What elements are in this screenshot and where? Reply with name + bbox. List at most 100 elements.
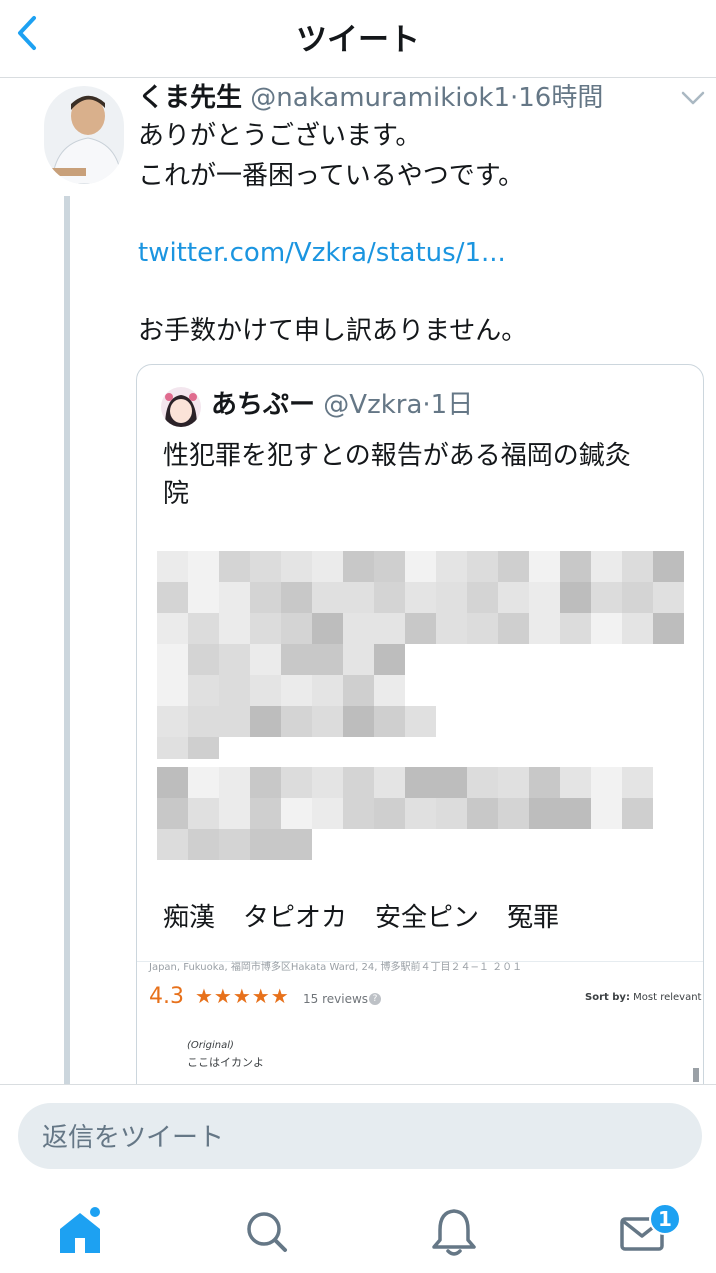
author-handle[interactable]: @nakamuramikiok1 xyxy=(250,83,510,113)
mosaic-tile xyxy=(312,551,343,582)
mosaic-tile xyxy=(281,644,312,675)
mosaic-tile xyxy=(312,675,343,706)
mosaic-tile xyxy=(467,613,498,644)
messages-badge: 1 xyxy=(649,1203,681,1235)
mosaic-tile xyxy=(281,767,312,798)
mosaic-tile xyxy=(343,582,374,613)
mosaic-tile xyxy=(219,551,250,582)
quoted-tweet[interactable]: あちぷー @Vzkra·1日 性犯罪を犯すとの報告がある福岡の鍼灸 院 痴漢 タピ… xyxy=(136,364,704,1124)
mosaic-tile xyxy=(374,582,405,613)
mosaic-tile xyxy=(374,613,405,644)
tweet-text-line: お手数かけて申し訳ありません。 xyxy=(138,316,528,346)
mosaic-tile xyxy=(622,551,653,582)
quoted-avatar[interactable] xyxy=(161,387,201,427)
sort-control: Sort by: Most relevant ▾ xyxy=(585,992,703,1003)
tweet-text-line: これが一番困っているやつです。 xyxy=(138,161,525,191)
mosaic-tile xyxy=(250,829,281,860)
tag-label: 安全ピン xyxy=(375,903,480,933)
quoted-author-handle[interactable]: @Vzkra xyxy=(323,390,422,420)
mosaic-tile xyxy=(622,613,653,644)
mosaic-tile xyxy=(498,582,529,613)
mosaic-tile xyxy=(343,551,374,582)
mosaic-tile xyxy=(219,644,250,675)
mosaic-tile xyxy=(250,644,281,675)
mosaic-tile xyxy=(405,613,436,644)
mosaic-tile xyxy=(157,675,188,706)
mosaic-tile xyxy=(188,706,219,737)
mosaic-tile xyxy=(591,767,622,798)
notifications-icon[interactable] xyxy=(424,1202,484,1262)
mosaic-tile xyxy=(498,767,529,798)
author-avatar[interactable] xyxy=(44,86,124,184)
mosaic-tile xyxy=(281,706,312,737)
home-icon[interactable] xyxy=(50,1202,110,1262)
mosaic-tile xyxy=(188,737,219,759)
mosaic-tile xyxy=(312,582,343,613)
mosaic-tile xyxy=(281,613,312,644)
mosaic-tile xyxy=(467,767,498,798)
mosaic-tile xyxy=(157,737,188,759)
mosaic-tile xyxy=(405,551,436,582)
mosaic-tile xyxy=(343,706,374,737)
mosaic-tile xyxy=(405,582,436,613)
mosaic-tile xyxy=(157,551,188,582)
quoted-time: 1日 xyxy=(430,390,474,420)
tweet-time: 16時間 xyxy=(518,83,604,113)
mosaic-tile xyxy=(312,798,343,829)
original-label: (Original) xyxy=(187,1040,234,1051)
mosaic-tile xyxy=(219,613,250,644)
mosaic-tile xyxy=(343,644,374,675)
quoted-author-name[interactable]: あちぷー xyxy=(211,390,315,420)
mosaic-tile xyxy=(188,798,219,829)
quoted-header: あちぷー @Vzkra·1日 xyxy=(211,387,473,423)
mosaic-tile xyxy=(653,613,684,644)
mosaic-tile xyxy=(250,582,281,613)
mosaic-tile xyxy=(157,644,188,675)
tag-label: 痴漢 xyxy=(163,903,216,933)
tweet-link[interactable]: twitter.com/Vzkra/status/1... xyxy=(138,235,506,271)
mosaic-tile xyxy=(312,613,343,644)
rating-value: 4.3 xyxy=(149,984,184,1009)
mosaic-tile xyxy=(312,706,343,737)
quoted-text-line: 院 xyxy=(163,479,190,509)
mosaic-tile xyxy=(157,706,188,737)
star-rating-icon: ★★★★★ xyxy=(195,984,290,1008)
mosaic-tile xyxy=(250,613,281,644)
chevron-down-icon[interactable] xyxy=(680,88,706,108)
mosaic-tile xyxy=(312,644,343,675)
tag-label: 冤罪 xyxy=(507,903,560,933)
mosaic-tile xyxy=(312,767,343,798)
mosaic-tile xyxy=(157,582,188,613)
tweet-text-line: ありがとうございます。 xyxy=(138,121,422,151)
mosaic-tile xyxy=(188,582,219,613)
mosaic-tile xyxy=(157,829,188,860)
mosaic-tile xyxy=(374,798,405,829)
mosaic-tile xyxy=(157,798,188,829)
mosaic-tile xyxy=(188,613,219,644)
mosaic-tile xyxy=(374,675,405,706)
bottom-tab-bar xyxy=(0,1110,716,1273)
separator: · xyxy=(422,390,431,420)
search-icon[interactable] xyxy=(236,1202,296,1262)
mosaic-tile xyxy=(343,798,374,829)
mosaic-tile xyxy=(529,767,560,798)
review-count: 15 reviews xyxy=(303,992,369,1006)
mosaic-tile xyxy=(250,767,281,798)
top-bar: ツイート xyxy=(0,0,716,78)
mosaic-tile xyxy=(591,582,622,613)
mosaic-tile xyxy=(157,767,188,798)
hashtag-row: 痴漢 タピオカ 安全ピン 冤罪 xyxy=(163,899,587,937)
mosaic-tile xyxy=(188,644,219,675)
mosaic-tile xyxy=(467,798,498,829)
author-name[interactable]: くま先生 xyxy=(138,83,242,113)
mosaic-tile xyxy=(560,767,591,798)
mosaic-tile xyxy=(529,551,560,582)
mosaic-tile xyxy=(374,767,405,798)
mosaic-tile xyxy=(281,582,312,613)
quoted-text-line: 性犯罪を犯すとの報告がある福岡の鍼灸 xyxy=(163,441,631,471)
mosaic-tile xyxy=(529,613,560,644)
review-address: Japan, Fukuoka, 福岡市博多区Hakata Ward, 24, 博… xyxy=(149,962,523,973)
mosaic-tile xyxy=(560,582,591,613)
mosaic-tile xyxy=(436,767,467,798)
mosaic-tile xyxy=(188,829,219,860)
